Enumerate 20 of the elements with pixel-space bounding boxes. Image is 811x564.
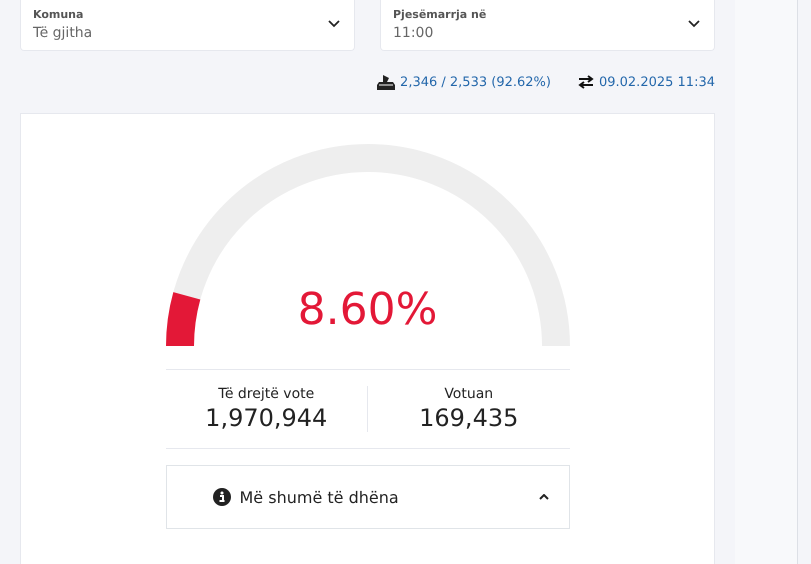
dropdown-label: Pjesëmarrja në — [393, 8, 488, 20]
dropdown[interactable]: Pjesëmarrja në 11:00 — [380, 0, 715, 51]
dropdown-value: Të gjitha — [33, 24, 94, 40]
chevron-down-icon — [688, 20, 700, 28]
swap-arrows-icon — [578, 75, 594, 89]
stations-count: 2,346 / 2,533 (92.62%) — [400, 74, 551, 90]
stat-value: 169,435 — [419, 404, 518, 432]
more-data-button[interactable]: Më shumë të dhëna — [166, 465, 570, 529]
ballot-box-icon — [377, 74, 396, 90]
dropdown[interactable]: Komuna Të gjitha — [20, 0, 355, 51]
turnout-percentage: 8.60% — [296, 284, 438, 335]
stat-label: Votuan — [444, 386, 494, 402]
chevron-down-icon — [328, 20, 340, 28]
stat-value: 1,970,944 — [205, 404, 328, 432]
caret-icon — [538, 494, 548, 500]
update-time: 09.02.2025 11:34 — [598, 74, 715, 90]
stat-label: Të drejtë vote — [218, 386, 314, 402]
info-icon — [212, 488, 230, 506]
dropdown-value: 11:00 — [393, 24, 434, 40]
dropdown-label: Komuna — [33, 8, 84, 20]
